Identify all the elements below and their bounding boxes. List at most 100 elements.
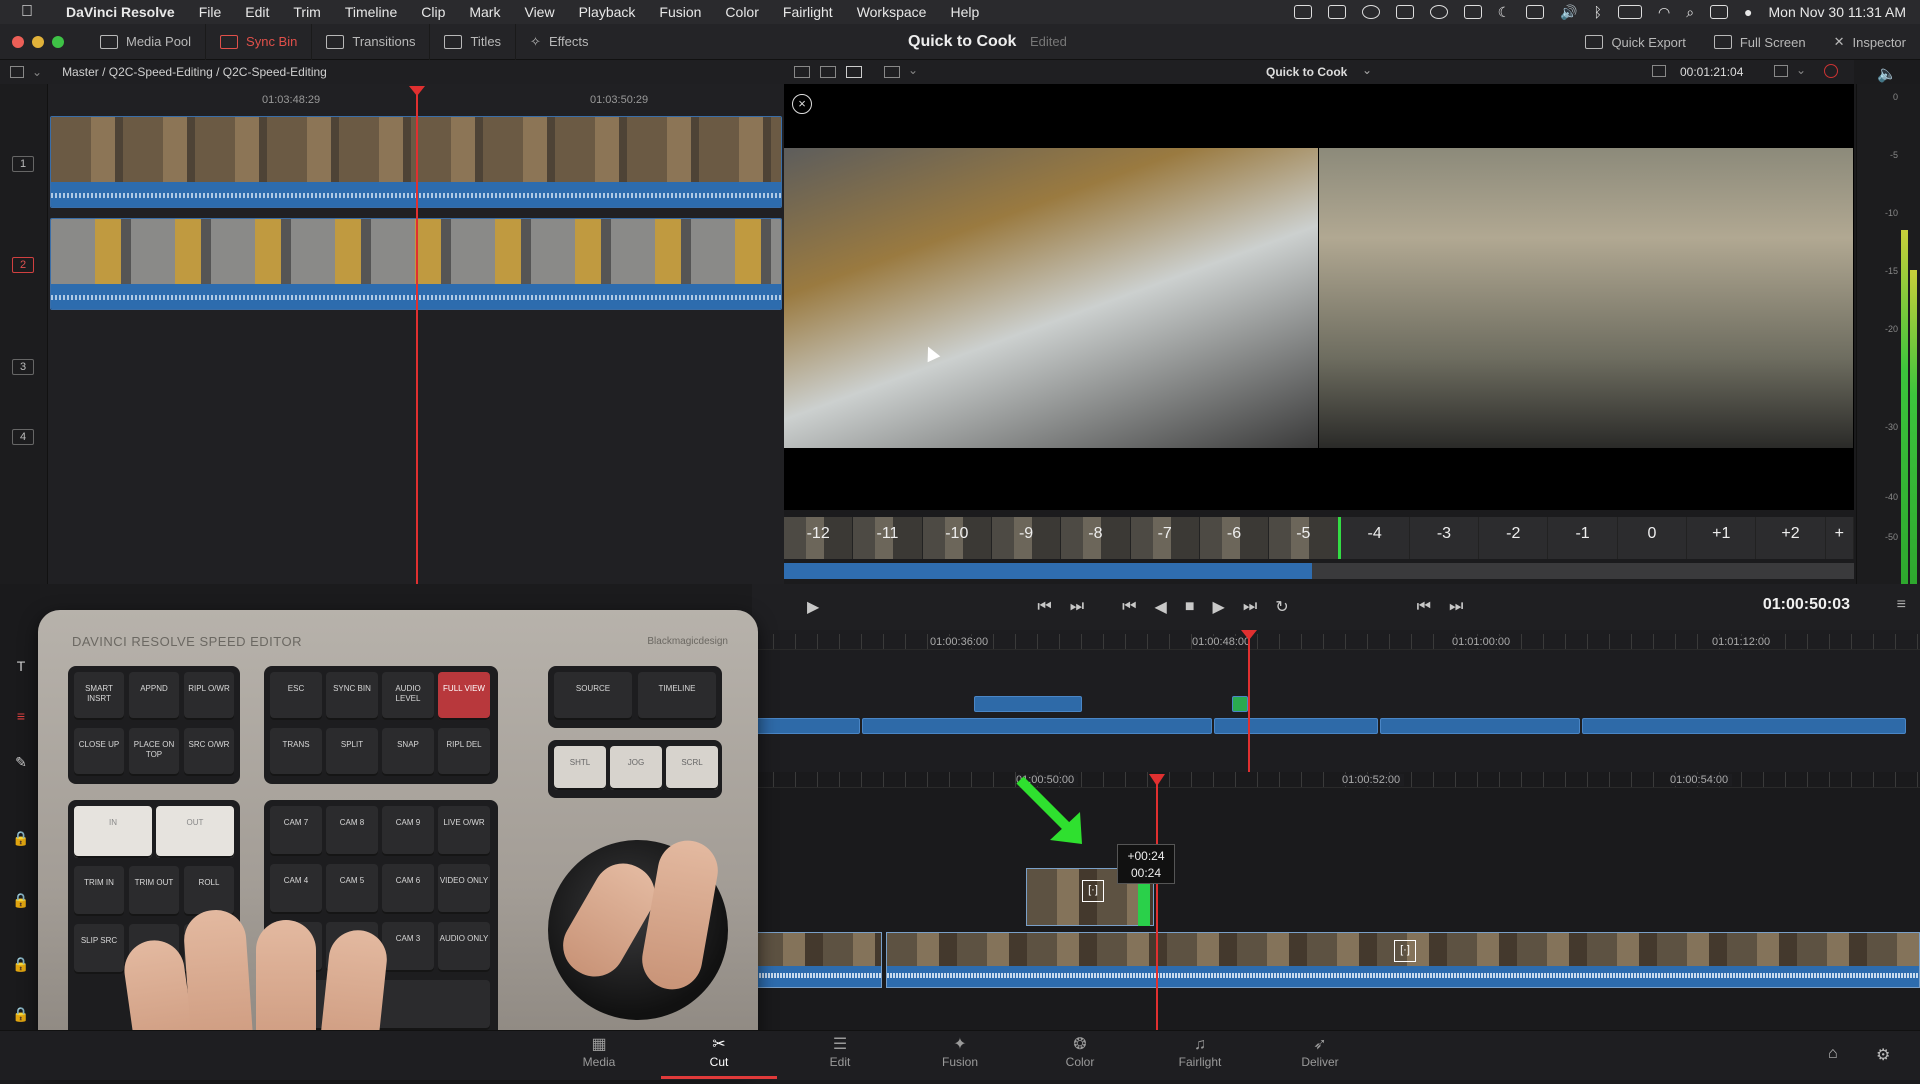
menu-timeline[interactable]: Timeline bbox=[333, 4, 409, 20]
overview-clip[interactable] bbox=[1380, 718, 1580, 734]
upper-timeline[interactable]: 01:00:36:00 01:00:48:00 01:01:00:00 01:0… bbox=[752, 630, 1920, 772]
source-playhead[interactable] bbox=[416, 90, 418, 584]
play-reverse-icon[interactable]: ◀ bbox=[1146, 597, 1176, 617]
viewer-mode-icon[interactable] bbox=[884, 66, 900, 78]
play-icon[interactable]: ▶ bbox=[1204, 597, 1234, 617]
overview-clip[interactable] bbox=[1582, 718, 1906, 734]
siri-icon[interactable]: ● bbox=[1744, 4, 1752, 20]
page-tab-edit[interactable]: ☰ Edit bbox=[800, 1035, 880, 1069]
track-4-button[interactable]: 4 bbox=[12, 429, 34, 445]
lower-timeline[interactable]: 01:00:50:00 01:00:52:00 01:00:54:00 [·] … bbox=[752, 772, 1920, 1030]
lower-ruler[interactable]: 01:00:50:00 01:00:52:00 01:00:54:00 bbox=[752, 772, 1920, 788]
loop-icon[interactable] bbox=[1824, 64, 1838, 78]
clip-play-icon[interactable]: ▶ bbox=[798, 597, 828, 617]
menu-color[interactable]: Color bbox=[713, 4, 770, 20]
menu-playback[interactable]: Playback bbox=[567, 4, 648, 20]
home-icon[interactable]: ⌂ bbox=[1828, 1045, 1838, 1063]
menu-mark[interactable]: Mark bbox=[457, 4, 512, 20]
clock-text[interactable]: Mon Nov 30 11:31 AM bbox=[1769, 4, 1906, 20]
volume-icon[interactable]: 🔊 bbox=[1560, 4, 1577, 21]
track-3-button[interactable]: 3 bbox=[12, 359, 34, 375]
page-tab-fairlight[interactable]: ♫ Fairlight bbox=[1160, 1035, 1240, 1069]
menu-trim[interactable]: Trim bbox=[281, 4, 332, 20]
bluetooth-icon[interactable]: ᛒ bbox=[1594, 4, 1602, 20]
1password-icon[interactable] bbox=[1429, 5, 1448, 19]
close-window-icon[interactable] bbox=[12, 35, 24, 48]
page-tab-deliver[interactable]: ➶ Deliver bbox=[1280, 1035, 1360, 1069]
overview-clip[interactable] bbox=[752, 718, 860, 734]
next-clip-icon[interactable]: ⏭ bbox=[1061, 598, 1093, 616]
gear-icon[interactable]: ⚙ bbox=[1876, 1045, 1890, 1065]
search-icon[interactable]: ⌕ bbox=[1686, 4, 1694, 21]
layout-toggle-icon[interactable] bbox=[10, 66, 24, 78]
track-1-button[interactable]: 1 bbox=[12, 156, 34, 172]
overview-clip[interactable] bbox=[862, 718, 1212, 734]
safe-area-icon[interactable] bbox=[794, 66, 810, 78]
upper-playhead[interactable] bbox=[1248, 634, 1250, 772]
lower-playhead[interactable] bbox=[1156, 778, 1158, 1030]
go-to-start-icon[interactable]: ⏮ bbox=[1113, 598, 1145, 616]
menu-edit[interactable]: Edit bbox=[233, 4, 281, 20]
close-icon[interactable]: × bbox=[792, 94, 812, 114]
menu-icon[interactable]: ≡ bbox=[1897, 596, 1906, 614]
chevron-down-icon[interactable]: ⌄ bbox=[1796, 63, 1806, 77]
media-pool-button[interactable]: Media Pool bbox=[86, 23, 207, 60]
minimize-window-icon[interactable] bbox=[32, 35, 44, 48]
prev-clip-icon[interactable]: ⏮ bbox=[1028, 598, 1060, 616]
overview-clip[interactable] bbox=[1214, 718, 1378, 734]
quick-export-button[interactable]: Quick Export bbox=[1571, 24, 1699, 60]
viewer[interactable]: × bbox=[784, 84, 1854, 510]
overlay-icon[interactable] bbox=[820, 66, 836, 78]
menu-app[interactable]: DaVinci Resolve bbox=[54, 4, 187, 20]
display-icon[interactable] bbox=[1526, 5, 1545, 19]
chevron-down-icon[interactable]: ⌄ bbox=[1362, 63, 1372, 77]
prev-edit-icon[interactable]: ⏮ bbox=[1408, 598, 1440, 616]
moon-icon[interactable]: ☾ bbox=[1498, 4, 1511, 21]
apple-menu-icon[interactable]:  bbox=[0, 3, 54, 21]
track-2-button[interactable]: 2 bbox=[12, 257, 34, 273]
trim-frame-strip[interactable]: -12 -11 -10 -9 -8 -7 -6 -5 -4 -3 -2 -1 0… bbox=[784, 517, 1855, 559]
window-icon[interactable] bbox=[1463, 5, 1482, 19]
overview-clip-selected[interactable] bbox=[1232, 696, 1248, 712]
loop-icon[interactable]: ↻ bbox=[1266, 597, 1297, 617]
inspector-button[interactable]: ✕ Inspector bbox=[1820, 24, 1920, 60]
track-tool-icon[interactable]: ≡ bbox=[12, 708, 30, 726]
menu-view[interactable]: View bbox=[512, 4, 566, 20]
menu-help[interactable]: Help bbox=[938, 4, 991, 20]
lock-icon[interactable]: 🔒 bbox=[12, 830, 30, 848]
timeline-name-dropdown[interactable]: Quick to Cook bbox=[1266, 65, 1347, 79]
lock-icon[interactable]: 🔒 bbox=[12, 1006, 30, 1024]
menu-file[interactable]: File bbox=[187, 4, 234, 20]
page-tab-color[interactable]: ❂ Color bbox=[1040, 1035, 1120, 1069]
next-edit-icon[interactable]: ⏭ bbox=[1440, 598, 1472, 616]
page-tab-media[interactable]: ▦ Media bbox=[559, 1035, 639, 1069]
chevron-down-icon[interactable]: ⌄ bbox=[908, 63, 918, 77]
stop-icon[interactable]: ■ bbox=[1176, 598, 1204, 616]
menu-workspace[interactable]: Workspace bbox=[845, 4, 939, 20]
transitions-button[interactable]: Transitions bbox=[312, 23, 431, 60]
lock-icon[interactable]: 🔒 bbox=[12, 892, 30, 910]
camera-icon[interactable] bbox=[1327, 5, 1346, 19]
go-to-end-icon[interactable]: ⏭ bbox=[1234, 598, 1266, 616]
edit-point-icon[interactable]: [·] bbox=[1394, 940, 1416, 962]
zoom-icon[interactable] bbox=[1774, 65, 1788, 77]
page-tab-fusion[interactable]: ✦ Fusion bbox=[920, 1035, 1000, 1069]
speaker-icon[interactable]: 🔈 bbox=[1877, 64, 1897, 84]
page-tab-cut[interactable]: ✂ Cut bbox=[661, 1035, 777, 1079]
edit-point-icon[interactable]: [·] bbox=[1082, 880, 1104, 902]
menu-fusion[interactable]: Fusion bbox=[647, 4, 713, 20]
app-status-icon[interactable] bbox=[1395, 5, 1414, 19]
overview-clip[interactable] bbox=[974, 696, 1082, 712]
full-screen-button[interactable]: Full Screen bbox=[1700, 24, 1820, 60]
blade-icon[interactable]: ✎ bbox=[12, 754, 30, 772]
menu-clip[interactable]: Clip bbox=[409, 4, 457, 20]
mail-icon[interactable] bbox=[1293, 5, 1312, 19]
wifi-icon[interactable]: ◠ bbox=[1658, 4, 1670, 21]
creative-cloud-icon[interactable] bbox=[1361, 5, 1380, 19]
effects-button[interactable]: ✧ Effects bbox=[516, 24, 602, 60]
titles-button[interactable]: Titles bbox=[430, 23, 517, 60]
battery-icon[interactable] bbox=[1617, 5, 1642, 19]
sync-bin-button[interactable]: Sync Bin bbox=[206, 23, 313, 60]
control-center-icon[interactable] bbox=[1710, 5, 1729, 19]
playhead-timecode[interactable]: 01:00:50:03 bbox=[1763, 596, 1850, 614]
